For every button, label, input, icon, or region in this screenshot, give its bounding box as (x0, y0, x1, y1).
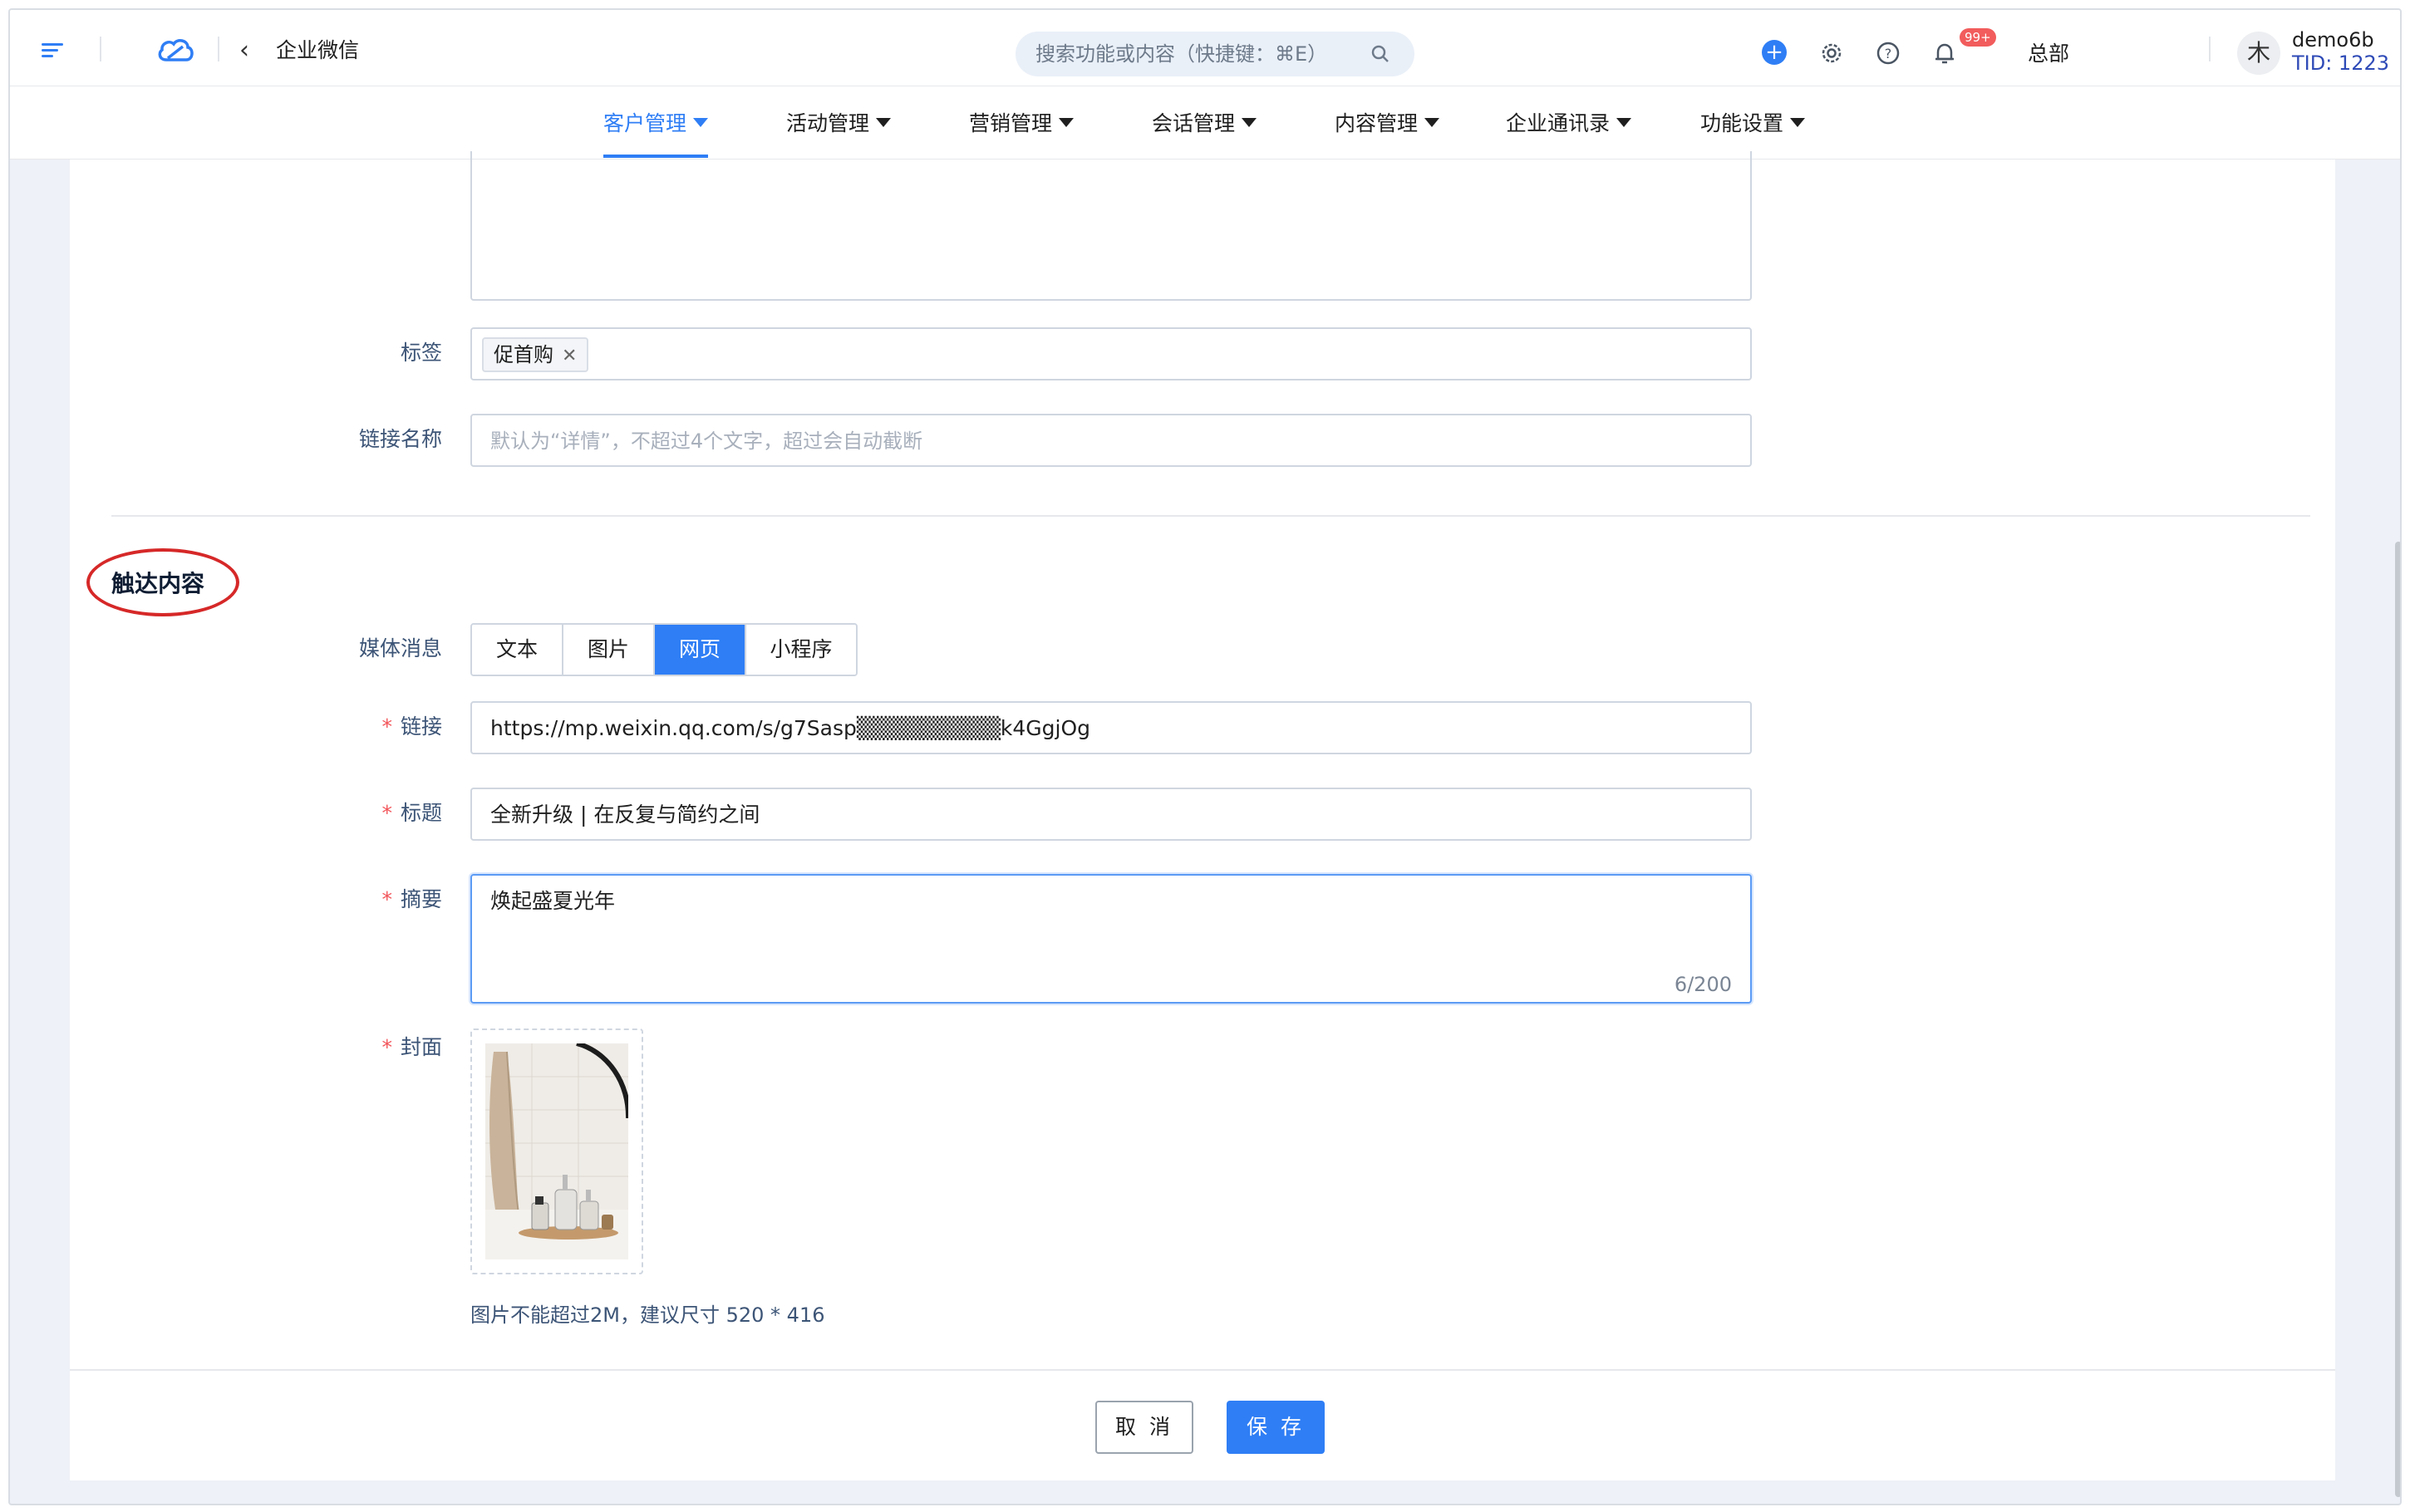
caret-down-icon (1242, 118, 1257, 127)
back-arrow-icon[interactable]: ‹ (239, 38, 249, 63)
nav-settings[interactable]: 功能设置 (1700, 111, 1806, 136)
cover-image (485, 1043, 628, 1259)
user-name[interactable]: demo6b (2292, 28, 2374, 52)
nav-label: 客户管理 (603, 111, 687, 135)
avatar[interactable]: 木 (2237, 32, 2280, 75)
user-tid: TID: 1223 (2292, 52, 2390, 75)
org-switcher[interactable]: 总部 (2028, 42, 2069, 66)
cloud-logo-icon (158, 39, 194, 61)
nav-customer-management[interactable]: 客户管理 (603, 111, 709, 136)
summary-textarea[interactable]: 焕起盛夏光年 6/200 (470, 874, 1752, 1004)
divider (2209, 37, 2211, 61)
required-mark: * (381, 1035, 392, 1059)
notification-badge: 99+ (1960, 28, 1996, 47)
divider (100, 37, 101, 61)
form-card: 标签 促首购 ✕ 链接名称 默认为“详情”，不超过4个文字，超过会自动截断 触达内… (70, 151, 2335, 1480)
description-textarea[interactable] (470, 151, 1752, 301)
title-value: 全新升级 | 在反复与简约之间 (490, 803, 760, 827)
footer-divider (70, 1369, 2335, 1371)
main-nav: 客户管理 活动管理 营销管理 会话管理 内容管理 企业通讯录 功能设置 (10, 86, 2400, 160)
media-option-miniprogram[interactable]: 小程序 (746, 625, 856, 675)
media-option-image[interactable]: 图片 (563, 625, 655, 675)
top-bar: ‹ 企业微信 搜索功能或内容（快捷键：⌘E） + ? 99+ 总部 木 demo… (10, 10, 2400, 86)
link-name-input[interactable]: 默认为“详情”，不超过4个文字，超过会自动截断 (470, 414, 1752, 467)
cover-label-text: 封面 (400, 1035, 442, 1059)
hamburger-menu-icon[interactable] (42, 43, 63, 57)
title-input[interactable]: 全新升级 | 在反复与简约之间 (470, 788, 1752, 841)
caret-down-icon (693, 118, 709, 127)
svg-text:?: ? (1885, 46, 1892, 61)
nav-marketing-management[interactable]: 营销管理 (969, 111, 1075, 136)
caret-down-icon (1424, 118, 1440, 127)
section-divider (111, 515, 2310, 517)
caret-down-icon (1059, 118, 1075, 127)
caret-down-icon (1616, 118, 1632, 127)
gear-icon[interactable] (1818, 40, 1845, 66)
caret-down-icon (1790, 118, 1806, 127)
nav-label: 企业通讯录 (1506, 111, 1611, 135)
nav-label: 功能设置 (1700, 111, 1784, 135)
link-input[interactable]: https://mp.weixin.qq.com/s/g7Sasp▒▒▒▒▒▒▒… (470, 701, 1752, 754)
nav-label: 活动管理 (786, 111, 870, 135)
close-icon[interactable]: ✕ (562, 346, 577, 366)
caret-down-icon (876, 118, 892, 127)
media-type-selector: 文本 图片 网页 小程序 (470, 623, 858, 676)
search-icon[interactable] (1370, 43, 1391, 65)
cancel-button[interactable]: 取 消 (1095, 1401, 1193, 1454)
summary-label-text: 摘要 (400, 887, 442, 911)
summary-value: 焕起盛夏光年 (490, 889, 616, 913)
tags-input[interactable]: 促首购 ✕ (470, 327, 1752, 380)
link-label-text: 链接 (400, 714, 442, 739)
link-name-label: 链接名称 (358, 427, 442, 451)
required-mark: * (381, 887, 392, 911)
required-mark: * (381, 714, 392, 739)
nav-contacts[interactable]: 企业通讯录 (1506, 111, 1632, 136)
char-counter: 6/200 (1674, 973, 1732, 996)
help-icon[interactable]: ? (1875, 40, 1901, 66)
media-option-webpage[interactable]: 网页 (655, 625, 746, 675)
search-placeholder: 搜索功能或内容（快捷键：⌘E） (1035, 42, 1328, 66)
section-title: 触达内容 (111, 570, 205, 597)
save-button[interactable]: 保 存 (1227, 1401, 1325, 1454)
bell-icon[interactable] (1931, 40, 1958, 66)
media-label: 媒体消息 (358, 636, 442, 660)
scrollbar-thumb[interactable] (2395, 542, 2400, 1497)
tag-chip: 促首购 ✕ (482, 337, 589, 372)
nav-label: 营销管理 (969, 111, 1053, 135)
title-label: * 标题 (276, 801, 442, 826)
media-option-text[interactable]: 文本 (472, 625, 563, 675)
link-name-placeholder: 默认为“详情”，不超过4个文字，超过会自动截断 (490, 430, 923, 453)
tag-text: 促首购 (494, 343, 553, 366)
tags-label: 标签 (400, 341, 442, 365)
nav-content-management[interactable]: 内容管理 (1335, 111, 1440, 136)
nav-activity-management[interactable]: 活动管理 (786, 111, 892, 136)
nav-label: 内容管理 (1335, 111, 1419, 135)
cover-hint: 图片不能超过2M，建议尺寸 520 * 416 (470, 1303, 825, 1327)
cover-upload[interactable] (470, 1028, 643, 1274)
app-title: 企业微信 (276, 38, 360, 62)
nav-label: 会话管理 (1152, 111, 1236, 135)
add-plus-icon[interactable]: + (1762, 40, 1787, 65)
search-box[interactable]: 搜索功能或内容（快捷键：⌘E） (1016, 32, 1414, 76)
nav-session-management[interactable]: 会话管理 (1152, 111, 1257, 136)
link-label: * 链接 (276, 714, 442, 739)
divider (218, 37, 219, 61)
title-label-text: 标题 (400, 801, 442, 825)
cover-label: * 封面 (276, 1035, 442, 1060)
link-value: https://mp.weixin.qq.com/s/g7Sasp▒▒▒▒▒▒▒… (490, 716, 1091, 740)
app-window: ‹ 企业微信 搜索功能或内容（快捷键：⌘E） + ? 99+ 总部 木 demo… (8, 8, 2402, 1505)
summary-label: * 摘要 (276, 887, 442, 912)
required-mark: * (381, 801, 392, 825)
